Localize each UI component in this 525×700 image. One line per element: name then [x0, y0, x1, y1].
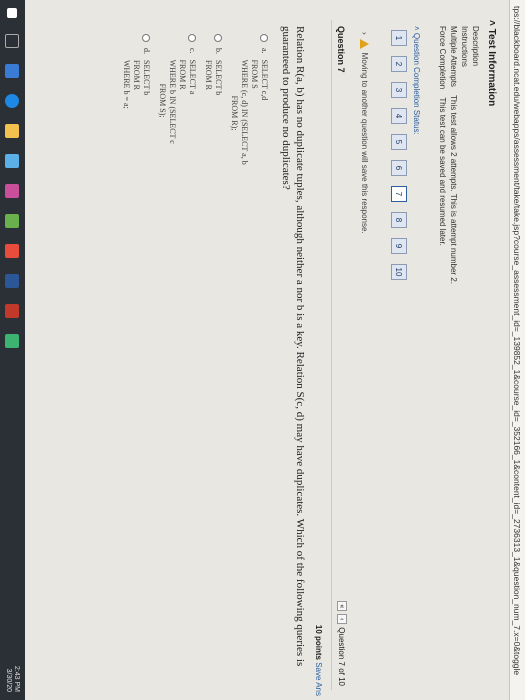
radio-button[interactable]: [260, 34, 268, 42]
question-box-7[interactable]: 7: [391, 186, 407, 202]
back-question-icon[interactable]: ‹: [337, 614, 347, 625]
question-box-10[interactable]: 10: [391, 264, 407, 280]
info-row-description: Description: [470, 26, 481, 284]
info-key: Instructions: [460, 26, 469, 67]
edge-browser-icon[interactable]: [5, 94, 20, 108]
mail-icon[interactable]: [5, 154, 20, 168]
question-box-4[interactable]: 4: [391, 108, 407, 124]
radio-button[interactable]: [188, 34, 196, 42]
collapse-chevron-icon: ˄: [412, 26, 421, 33]
info-key: Multiple Attempts: [449, 26, 458, 87]
option-letter: c.: [188, 48, 197, 54]
file-explorer-icon[interactable]: [5, 124, 20, 138]
rotated-screen: tps://blackboard.ncat.edu/webapps/assess…: [0, 0, 525, 700]
info-key: Force Completion: [438, 26, 447, 90]
info-row-multiple-attempts: Multiple Attempts This test allows 2 att…: [448, 26, 459, 284]
powerpoint-icon[interactable]: [5, 304, 20, 318]
warning-icon: [360, 38, 369, 49]
question-box-1[interactable]: 1: [391, 30, 407, 46]
previous-question-icon[interactable]: «: [337, 601, 347, 612]
question-count: Question 7 of 10: [337, 627, 347, 686]
option-letter: a.: [260, 48, 269, 54]
info-key: Description: [471, 26, 480, 67]
store-icon[interactable]: [5, 64, 20, 78]
url-text: tps://blackboard.ncat.edu/webapps/assess…: [512, 6, 522, 676]
page-content: ˄ Test Information Description Instructi…: [25, 0, 509, 700]
answer-option-b[interactable]: b. SELECT b FROM R: [203, 34, 223, 165]
clock-time: 2:43 PM: [13, 665, 21, 692]
info-row-force-completion: Force Completion This test can be saved …: [437, 26, 448, 284]
question-box-5[interactable]: 5: [391, 134, 407, 150]
option-code: SELECT c,d FROM S WHERE (c, d) IN (SELEC…: [230, 59, 269, 165]
question-header: Question 7 « ‹ Question 7 of 10: [331, 20, 349, 690]
question-title: Question 7: [336, 26, 346, 73]
task-view-icon[interactable]: [5, 34, 20, 48]
settings-gear-icon[interactable]: [5, 214, 20, 228]
option-code: SELECT b FROM R WHERE b = a;: [122, 60, 151, 109]
chrome-icon[interactable]: [5, 334, 20, 348]
collapse-chevron-icon: ˄: [486, 20, 497, 29]
windows-start-icon[interactable]: [7, 8, 18, 18]
question-box-2[interactable]: 2: [391, 56, 407, 72]
question-box-6[interactable]: 6: [391, 160, 407, 176]
answer-option-a[interactable]: a. SELECT c,d FROM S WHERE (c, d) IN (SE…: [229, 34, 269, 165]
info-value: This test allows 2 attempts. This is att…: [449, 95, 458, 284]
question-box-3[interactable]: 3: [391, 82, 407, 98]
answer-options: a. SELECT c,d FROM S WHERE (c, d) IN (SE…: [115, 34, 269, 165]
expand-chevron-icon: ›: [360, 32, 369, 35]
question-nav: « ‹ Question 7 of 10: [337, 601, 347, 686]
clock-date: 3/30/20: [5, 668, 13, 692]
save-warning: › Moving to another question will save t…: [360, 32, 369, 234]
radio-button[interactable]: [214, 34, 222, 42]
info-value: This test can be saved and resumed later…: [438, 97, 447, 246]
info-row-instructions: Instructions: [459, 26, 470, 284]
answer-option-d[interactable]: d. SELECT b FROM R WHERE b = a;: [121, 34, 151, 165]
option-letter: b.: [214, 48, 223, 54]
option-code: SELECT b FROM R: [204, 60, 223, 96]
test-info-list: Description Instructions Multiple Attemp…: [437, 26, 481, 284]
address-bar[interactable]: tps://blackboard.ncat.edu/webapps/assess…: [509, 0, 525, 700]
option-code: SELECT a FROM R WHERE b IN (SELECT c FRO…: [158, 59, 197, 144]
question-grid: 1 2 3 4 5 6 7 8 9 10: [391, 30, 407, 280]
photos-icon[interactable]: [5, 184, 20, 198]
answer-option-c[interactable]: c. SELECT a FROM R WHERE b IN (SELECT c …: [157, 34, 197, 165]
warning-text: Moving to another question will save thi…: [360, 52, 369, 234]
amazon-icon[interactable]: [5, 244, 20, 258]
question-text: Relation R(a, b) has no duplicate tuples…: [280, 26, 306, 667]
save-answer-button[interactable]: Save Ans: [314, 662, 323, 696]
option-letter: d.: [142, 48, 151, 54]
radio-button[interactable]: [142, 34, 150, 42]
completion-status-toggle[interactable]: ˄ Question Completion Status:: [412, 26, 421, 135]
question-box-8[interactable]: 8: [391, 212, 407, 228]
taskbar: 2:43 PM 3/30/20: [0, 0, 25, 700]
question-points: 10 points: [314, 624, 323, 660]
question-box-9[interactable]: 9: [391, 238, 407, 254]
test-information-title[interactable]: ˄ Test Information: [486, 20, 497, 106]
system-tray-clock[interactable]: 2:43 PM 3/30/20: [5, 666, 21, 692]
word-icon[interactable]: [5, 274, 20, 288]
